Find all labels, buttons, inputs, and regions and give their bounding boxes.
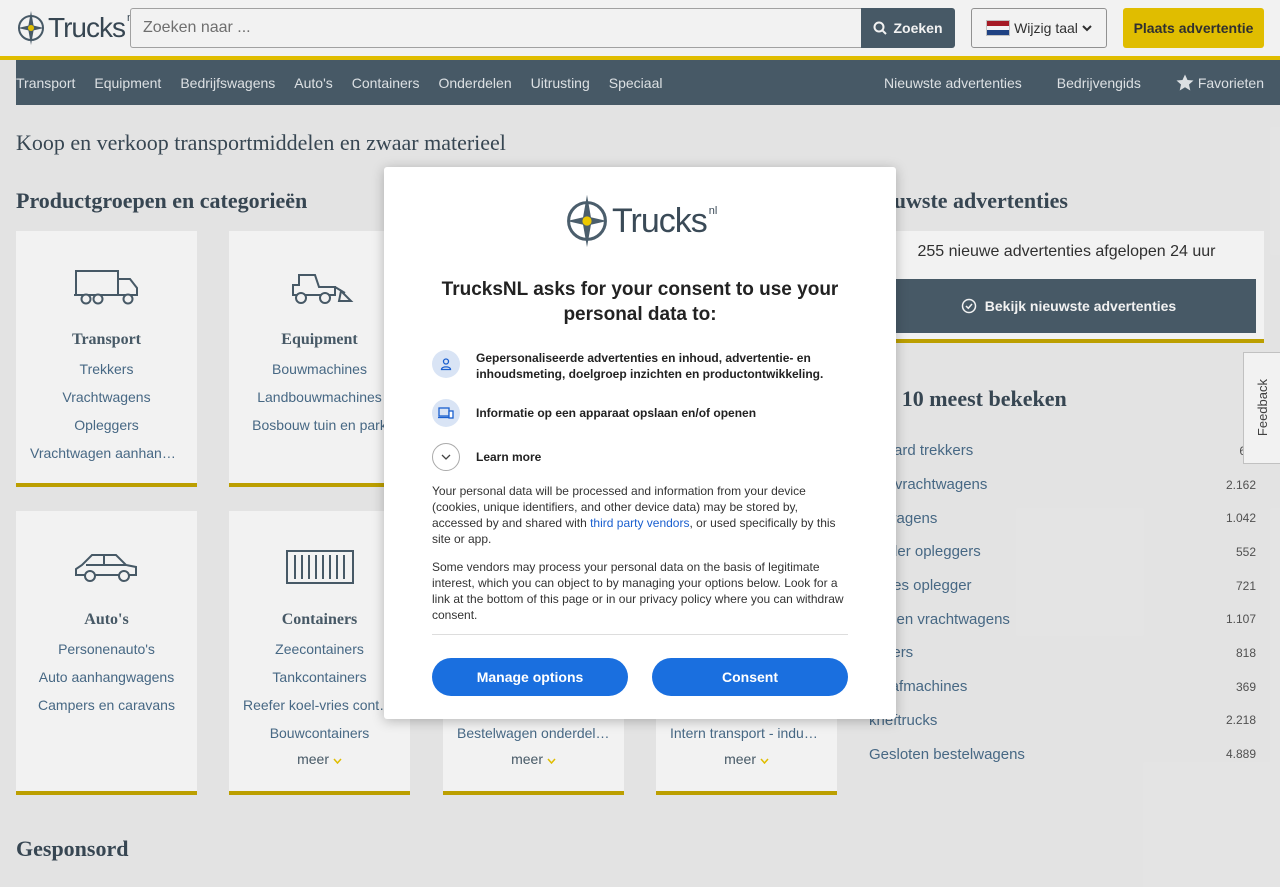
purpose-text: Informatie op een apparaat opslaan en/of… [476, 406, 757, 420]
modal-logo-sup: nl [708, 205, 718, 217]
devices-icon [432, 399, 460, 427]
consent-paragraph-1: Your personal data will be processed and… [432, 483, 848, 547]
consent-dialog: Trucks nl TrucksNL asks for your consent… [384, 167, 896, 719]
consent-paragraph-2: Some vendors may process your personal d… [432, 560, 844, 622]
third-party-vendors-link[interactable]: third party vendors [590, 516, 689, 530]
modal-logo: Trucks nl [564, 191, 717, 251]
learn-more-toggle[interactable]: Learn more [432, 443, 852, 471]
learn-more-label: Learn more [476, 450, 542, 464]
consent-button[interactable]: Consent [652, 658, 848, 696]
consent-title: TrucksNL asks for your consent to use yo… [441, 279, 839, 325]
person-icon [432, 350, 460, 378]
purpose-device-storage: Informatie op een apparaat opslaan en/of… [432, 399, 852, 427]
purpose-text: Gepersonaliseerde advertenties en inhoud… [476, 351, 824, 381]
purpose-personalised: Gepersonaliseerde advertenties en inhoud… [432, 350, 852, 382]
modal-logo-text: Trucks [612, 201, 708, 240]
modal-divider [432, 634, 848, 635]
compass-logo-icon [567, 194, 607, 248]
chevron-down-icon [432, 443, 460, 471]
manage-options-button[interactable]: Manage options [432, 658, 628, 696]
